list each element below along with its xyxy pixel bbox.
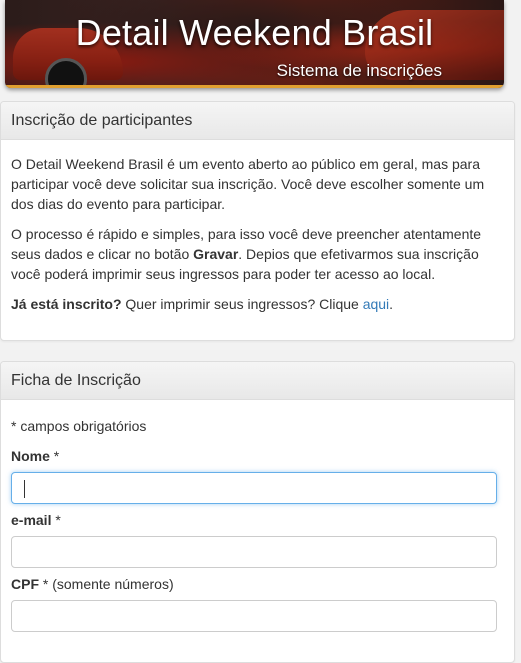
info-panel-heading: Inscrição de participantes (1, 102, 514, 140)
already-registered-line: Já está inscrito? Quer imprimir seus ing… (11, 294, 504, 314)
gravar-emphasis: Gravar (193, 246, 239, 262)
form-panel-heading: Ficha de Inscrição (1, 362, 514, 400)
email-field-group: e-mail * (11, 510, 504, 568)
email-label: e-mail * (11, 512, 61, 528)
info-paragraph-2: O processo é rápido e simples, para isso… (11, 224, 504, 284)
name-label: Nome * (11, 448, 60, 464)
site-title: Detail Weekend Brasil (75, 12, 434, 53)
name-field-group: Nome * (11, 446, 504, 504)
next-field-label-cutoff (11, 638, 504, 644)
cpf-field-group: CPF * (somente números) (11, 574, 504, 632)
print-tickets-link[interactable]: aqui (363, 296, 389, 312)
name-input[interactable] (11, 472, 497, 504)
banner-divider (5, 85, 504, 88)
registration-form-panel: Ficha de Inscrição * campos obrigatórios… (0, 361, 515, 663)
info-panel-body: O Detail Weekend Brasil é um evento aber… (1, 140, 514, 334)
period: . (389, 296, 394, 312)
required-fields-note: * campos obrigatórios (11, 418, 147, 434)
info-panel: Inscrição de participantes O Detail Week… (0, 101, 515, 341)
site-subtitle: Sistema de inscrições (276, 61, 442, 80)
print-tickets-text: Quer imprimir seus ingressos? Clique (121, 296, 363, 312)
cpf-label: CPF * (somente números) (11, 576, 174, 592)
cpf-input[interactable] (11, 600, 497, 632)
email-input[interactable] (11, 536, 497, 568)
already-registered-question: Já está inscrito? (11, 296, 122, 312)
header-banner: Detail Weekend Brasil Sistema de inscriç… (5, 0, 504, 88)
text-cursor (24, 480, 25, 498)
info-paragraph-1: O Detail Weekend Brasil é um evento aber… (11, 156, 485, 212)
form-panel-body: * campos obrigatórios Nome * e-mail * CP… (1, 400, 514, 654)
